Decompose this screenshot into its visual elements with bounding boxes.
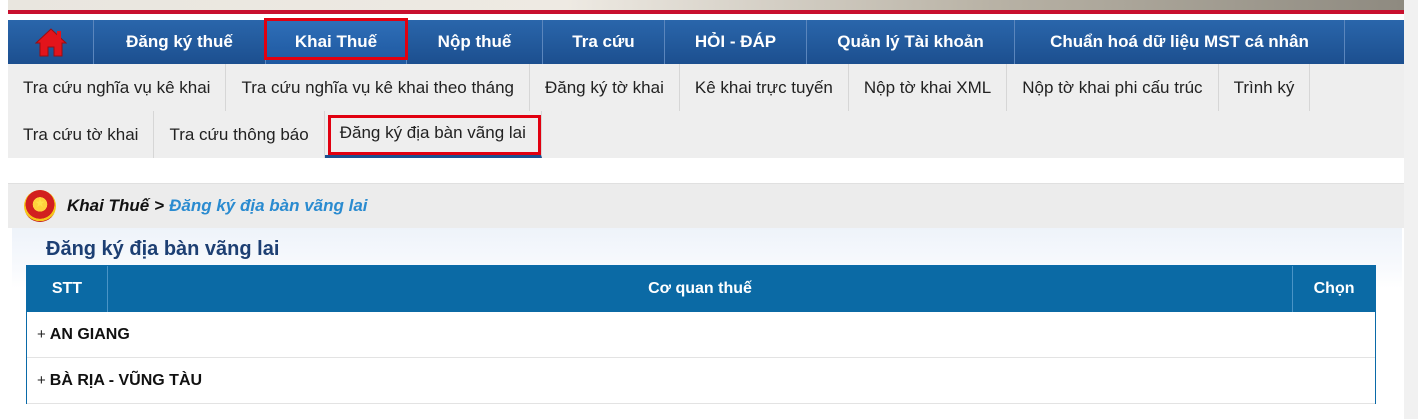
page-title: Đăng ký địa bàn vãng lai bbox=[46, 238, 280, 260]
header-banner bbox=[8, 0, 1404, 10]
breadcrumb: Khai Thuế > Đăng ký địa bàn vãng lai bbox=[8, 184, 1404, 228]
nav-khai-thue[interactable]: Khai Thuế bbox=[264, 18, 408, 64]
sub-nav-row-1: Tra cứu nghĩa vụ kê khai Tra cứu nghĩa v… bbox=[8, 64, 1404, 111]
section-divider bbox=[8, 158, 1404, 184]
table-row: + AN GIANG bbox=[27, 312, 1375, 358]
sub-nop-to-khai-phi-cau-truc[interactable]: Nộp tờ khai phi cấu trúc bbox=[1007, 64, 1219, 111]
sub-nop-to-khai-xml[interactable]: Nộp tờ khai XML bbox=[849, 64, 1008, 111]
header-co-quan-thue: Cơ quan thuế bbox=[108, 266, 1294, 312]
nav-tra-cuu[interactable]: Tra cứu bbox=[543, 20, 665, 64]
breadcrumb-separator: > bbox=[154, 196, 165, 215]
nav-chuan-hoa-du-lieu[interactable]: Chuẩn hoá dữ liệu MST cá nhân bbox=[1015, 20, 1345, 64]
province-name[interactable]: AN GIANG bbox=[50, 326, 130, 344]
tax-office-table: STT Cơ quan thuế Chọn + AN GIANG + BÀ RỊ… bbox=[26, 265, 1376, 404]
header-stt: STT bbox=[27, 266, 108, 312]
sub-tra-cuu-nghia-vu[interactable]: Tra cứu nghĩa vụ kê khai bbox=[8, 64, 227, 111]
sub-tra-cuu-to-khai[interactable]: Tra cứu tờ khai bbox=[8, 111, 155, 158]
nav-hoi-dap[interactable]: HỎI - ĐÁP bbox=[665, 20, 807, 64]
header-chon: Chọn bbox=[1313, 280, 1355, 297]
sub-dang-ky-to-khai[interactable]: Đăng ký tờ khai bbox=[530, 64, 680, 111]
sub-ke-khai-truc-tuyen[interactable]: Kê khai trực tuyến bbox=[680, 64, 849, 111]
sub-nav-row-2: Tra cứu tờ khai Tra cứu thông báo Đăng k… bbox=[8, 111, 1404, 158]
nav-nop-thue[interactable]: Nộp thuế bbox=[407, 20, 543, 64]
main-nav: Đăng ký thuế Khai Thuế Nộp thuế Tra cứu … bbox=[8, 18, 1404, 64]
sub-trinh-ky[interactable]: Trình ký bbox=[1219, 64, 1311, 111]
province-name[interactable]: BÀ RỊA - VŨNG TÀU bbox=[50, 372, 202, 390]
nav-quan-ly-tai-khoan[interactable]: Quản lý Tài khoản bbox=[807, 20, 1015, 64]
sub-nav: Tra cứu nghĩa vụ kê khai Tra cứu nghĩa v… bbox=[8, 64, 1404, 158]
page-scrollbar[interactable] bbox=[1404, 0, 1418, 419]
sub-tra-cuu-thong-bao[interactable]: Tra cứu thông báo bbox=[154, 111, 325, 158]
table-row: + BÀ RỊA - VŨNG TÀU bbox=[27, 358, 1375, 404]
sub-dang-ky-dia-ban-vang-lai[interactable]: Đăng ký địa bàn vãng lai bbox=[324, 111, 542, 158]
table-body: + AN GIANG + BÀ RỊA - VŨNG TÀU bbox=[27, 312, 1375, 404]
breadcrumb-current: Đăng ký địa bàn vãng lai bbox=[169, 196, 368, 215]
home-icon[interactable] bbox=[8, 20, 94, 64]
expand-toggle[interactable]: + bbox=[37, 372, 46, 389]
expand-toggle[interactable]: + bbox=[37, 326, 46, 343]
table-header: STT Cơ quan thuế Chọn bbox=[27, 266, 1375, 312]
national-emblem-icon bbox=[24, 190, 56, 222]
nav-dang-ky-thue[interactable]: Đăng ký thuế bbox=[94, 20, 266, 64]
sub-tra-cuu-nghia-vu-theo-thang[interactable]: Tra cứu nghĩa vụ kê khai theo tháng bbox=[226, 64, 530, 111]
main-content: Đăng ký địa bàn vãng lai STT Cơ quan thu… bbox=[12, 228, 1402, 419]
breadcrumb-root[interactable]: Khai Thuế bbox=[67, 196, 149, 216]
